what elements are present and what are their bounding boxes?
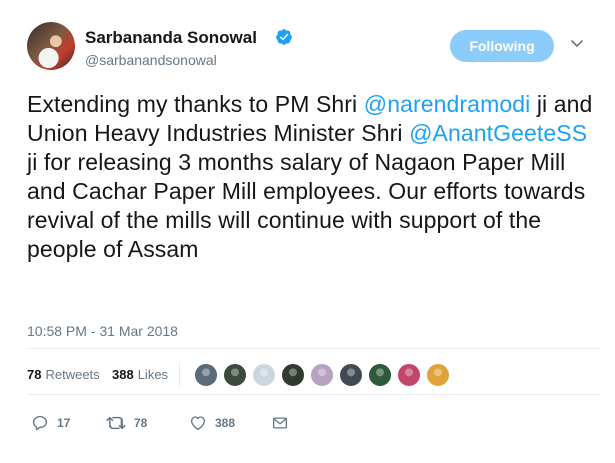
reply-button[interactable]: 17 — [31, 412, 70, 434]
tweet-header: Sarbananda Sonowal @sarbanandsonowal Fol… — [27, 22, 597, 76]
divider — [27, 348, 600, 349]
retweet-count: 78 — [134, 416, 148, 430]
retweet-button[interactable]: 78 — [106, 412, 147, 434]
direct-message-button[interactable] — [271, 412, 289, 434]
likes-label: Likes — [137, 367, 169, 382]
envelope-icon — [272, 417, 288, 429]
heart-icon — [190, 416, 206, 431]
like-count: 388 — [215, 416, 236, 430]
verified-badge-icon — [275, 28, 293, 46]
reply-icon — [32, 415, 48, 431]
chevron-down-icon[interactable] — [570, 36, 584, 50]
likes-stat[interactable]: 388 Likes — [112, 367, 168, 382]
liker-avatar[interactable] — [368, 363, 392, 387]
tweet-card: Sarbananda Sonowal @sarbanandsonowal Fol… — [0, 0, 615, 463]
tweet-timestamp[interactable]: 10:58 PM - 31 Mar 2018 — [27, 323, 178, 339]
stats-separator — [179, 362, 180, 388]
liker-avatar[interactable] — [310, 363, 334, 387]
mention-link-anantgeetess[interactable]: @AnantGeeteSS — [409, 120, 587, 146]
retweet-icon — [106, 416, 126, 430]
mention-link-narendramodi[interactable]: @narendramodi — [364, 91, 531, 117]
author-display-name[interactable]: Sarbananda Sonowal — [85, 28, 257, 48]
tweet-stats: 78 Retweets 388 Likes — [27, 360, 600, 390]
tweet-text-part: ji for releasing 3 months salary of Naga… — [27, 149, 586, 262]
following-button[interactable]: Following — [450, 30, 554, 62]
like-button[interactable]: 388 — [189, 412, 235, 434]
retweets-label: Retweets — [45, 367, 100, 382]
liker-avatar[interactable] — [339, 363, 363, 387]
author-avatar[interactable] — [27, 22, 75, 70]
likes-count: 388 — [112, 367, 134, 382]
liker-avatar[interactable] — [252, 363, 276, 387]
liker-avatar[interactable] — [426, 363, 450, 387]
liker-avatar[interactable] — [397, 363, 421, 387]
author-handle[interactable]: @sarbanandsonowal — [85, 52, 217, 68]
divider — [27, 394, 600, 395]
tweet-actions: 17 78 388 — [27, 410, 600, 438]
retweets-count: 78 — [27, 367, 42, 382]
liker-avatar[interactable] — [194, 363, 218, 387]
retweets-stat[interactable]: 78 Retweets — [27, 367, 100, 382]
liker-avatar[interactable] — [281, 363, 305, 387]
tweet-text-part: Extending my thanks to PM Shri — [27, 91, 364, 117]
reply-count: 17 — [57, 416, 71, 430]
liker-avatar[interactable] — [223, 363, 247, 387]
tweet-text: Extending my thanks to PM Shri @narendra… — [27, 90, 602, 264]
